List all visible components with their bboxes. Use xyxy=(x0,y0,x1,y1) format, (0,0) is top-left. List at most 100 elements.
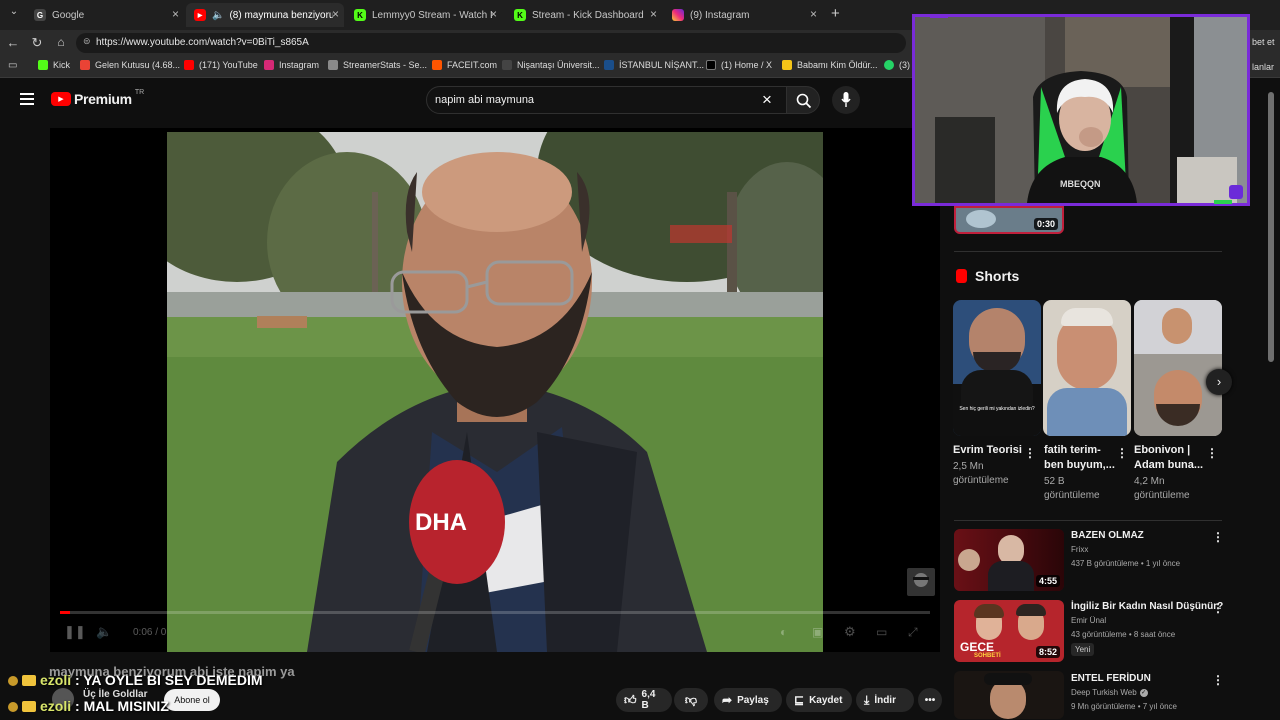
video-player[interactable]: DHA ❚❚ 🔈 0:06 / 0 ◐ ▣ ⚙ ▭ ⤢ xyxy=(50,128,940,652)
short-card[interactable] xyxy=(1043,300,1131,436)
bookmark-youtube[interactable]: (171) YouTube xyxy=(184,60,258,70)
all-bookmarks-cut-label[interactable]: lanlar xyxy=(1252,62,1274,72)
bookmark-istanbul-nisantasi[interactable]: İSTANBUL NİŞANT... xyxy=(604,60,704,70)
fullscreen-icon[interactable]: ⤢ xyxy=(908,625,918,640)
related-video-title[interactable]: BAZEN OLMAZ xyxy=(1071,530,1144,541)
kick-icon xyxy=(38,60,48,70)
channel-watermark-icon[interactable] xyxy=(907,568,935,596)
youtube-premium-logo[interactable]: ▶ Premium TR xyxy=(51,89,144,107)
progress-bar[interactable] xyxy=(60,611,930,614)
bookmark-label: StreamerStats - Se... xyxy=(343,60,428,70)
bookmark-imdb[interactable]: Babamı Kim Öldür... xyxy=(782,60,878,70)
download-button[interactable]: ⤓ İndir xyxy=(856,688,914,712)
thumbnail-text: GECE xyxy=(960,640,995,654)
speaker-icon[interactable]: 🔈 xyxy=(212,10,224,21)
search-input[interactable]: napim abi maymuna × xyxy=(426,86,788,114)
close-tab-icon[interactable]: × xyxy=(172,7,179,21)
sub-badge-icon xyxy=(8,702,18,712)
share-icon: ➦ xyxy=(722,693,733,707)
tab-google[interactable]: G Google × xyxy=(26,3,184,27)
related-video-thumbnail[interactable] xyxy=(954,671,1064,719)
tab-kick-dashboard[interactable]: K Stream - Kick Dashboard × xyxy=(506,3,664,27)
short-more-icon[interactable]: ⋮ xyxy=(1206,446,1218,460)
related-video-title[interactable]: İngiliz Bir Kadın Nasıl Düşünür? xyxy=(1071,601,1223,612)
bookmark-label: (3) xyxy=(899,60,910,70)
save-button[interactable]: ⊑ Kaydet xyxy=(786,688,852,712)
logo-text: Premium xyxy=(74,91,132,107)
short-title[interactable]: Evrim Teorisi xyxy=(953,443,1022,457)
share-button[interactable]: ➦ Paylaş xyxy=(714,688,782,712)
short-title-line2[interactable]: Adam buna... xyxy=(1134,458,1203,472)
site-info-icon[interactable]: ⊜ xyxy=(83,36,91,47)
related-video-channel-row[interactable]: Deep Turkish Web ✓ xyxy=(1071,688,1148,697)
related-video-thumbnail[interactable]: 4:55 xyxy=(954,529,1064,591)
short-views-label: görüntüleme xyxy=(953,475,1009,486)
like-button[interactable]: 👍︎ 6,4 B xyxy=(616,688,672,712)
new-badge: Yeni xyxy=(1071,643,1095,656)
short-title[interactable]: fatih terim- xyxy=(1044,443,1101,457)
settings-gear-icon[interactable]: ⚙ xyxy=(844,624,856,640)
url-field[interactable]: ⊜ https://www.youtube.com/watch?v=0BiTi_… xyxy=(76,33,906,53)
related-video-channel[interactable]: Frixx xyxy=(1071,545,1088,554)
page-scrollbar[interactable] xyxy=(1268,92,1274,362)
related-video-thumbnail[interactable]: GECE SOHBETİ 8:52 xyxy=(954,600,1064,662)
divider xyxy=(954,520,1222,521)
clear-search-icon[interactable]: × xyxy=(762,90,772,110)
tab-youtube-active[interactable]: ▶ 🔈 (8) maymuna benziyorum abi × xyxy=(186,3,344,27)
close-tab-icon[interactable]: × xyxy=(332,7,339,21)
shorts-icon xyxy=(956,269,967,283)
share-label: Paylaş xyxy=(737,694,769,706)
related-video-channel[interactable]: Emir Ünal xyxy=(1071,616,1106,625)
reading-list-icon[interactable]: ▭ xyxy=(8,60,17,71)
bookmark-x[interactable]: (1) Home / X xyxy=(706,60,772,70)
related-video-title[interactable]: ENTEL FERİDUN xyxy=(1071,673,1151,684)
short-title-line2[interactable]: ben buyum,... xyxy=(1044,458,1115,472)
search-button[interactable] xyxy=(786,86,820,114)
video-more-icon[interactable]: ⋮ xyxy=(1212,601,1224,615)
tab-label: Lemmyy0 Stream - Watch Live on xyxy=(372,9,492,21)
video-more-icon[interactable]: ⋮ xyxy=(1212,673,1224,687)
shorts-next-chevron-icon[interactable]: › xyxy=(1206,369,1232,395)
tab-kick-stream[interactable]: K Lemmyy0 Stream - Watch Live on × xyxy=(346,3,504,27)
pause-icon[interactable]: ❚❚ xyxy=(64,624,86,640)
hamburger-menu-icon[interactable] xyxy=(20,93,34,105)
related-video-thumbnail[interactable]: 0:30 xyxy=(954,206,1064,234)
home-icon[interactable]: ⌂ xyxy=(53,35,69,49)
new-tab-icon[interactable]: + xyxy=(831,5,840,22)
theater-mode-icon[interactable]: ▭ xyxy=(876,625,887,639)
short-card[interactable] xyxy=(1134,300,1222,436)
reload-icon[interactable]: ↻ xyxy=(29,35,45,51)
chat-message: ezoli : YA OYLE BI SEY DEMEDIM xyxy=(8,672,263,688)
back-icon[interactable]: ← xyxy=(5,35,21,50)
more-actions-button[interactable]: ••• xyxy=(918,688,942,712)
video-more-icon[interactable]: ⋮ xyxy=(1212,530,1224,544)
dislike-button[interactable]: 👎︎ xyxy=(674,688,708,712)
tab-list-chevron-icon[interactable]: ⌄ xyxy=(6,6,22,17)
autoplay-toggle-icon[interactable]: ◐ xyxy=(780,625,787,639)
tab-instagram[interactable]: (9) Instagram × xyxy=(664,3,824,27)
bookmark-faceit[interactable]: FACEIT.com xyxy=(432,60,497,70)
bookmark-streamerstats[interactable]: StreamerStats - Se... xyxy=(328,60,427,70)
close-tab-icon[interactable]: × xyxy=(650,7,657,21)
bookmark-whatsapp[interactable]: (3) xyxy=(884,60,910,70)
subscribe-button[interactable]: Abone ol xyxy=(164,689,220,711)
overlay-corner-accent xyxy=(930,14,948,18)
bookmark-instagram[interactable]: Instagram xyxy=(264,60,319,70)
close-tab-icon[interactable]: × xyxy=(810,7,817,21)
short-card[interactable]: Sen hiç gerili mi yakından izledin? xyxy=(953,300,1041,436)
voice-search-button[interactable] xyxy=(832,86,860,114)
short-title[interactable]: Ebonivon | xyxy=(1134,443,1190,457)
bookmark-gmail[interactable]: Gelen Kutusu (4.68... xyxy=(80,60,180,70)
bookmark-nisantasi[interactable]: Nişantaşı Üniversit... xyxy=(502,60,600,70)
subtitles-icon[interactable]: ▣ xyxy=(812,625,823,639)
short-more-icon[interactable]: ⋮ xyxy=(1024,446,1036,460)
close-tab-icon[interactable]: × xyxy=(490,7,497,21)
bookmark-kick[interactable]: Kick xyxy=(38,60,70,70)
bookmark-label: Gelen Kutusu (4.68... xyxy=(95,60,181,70)
like-count: 6,4 B xyxy=(641,689,656,711)
volume-icon[interactable]: 🔈 xyxy=(96,624,112,640)
gmail-icon xyxy=(80,60,90,70)
short-more-icon[interactable]: ⋮ xyxy=(1116,446,1128,460)
video-frame: DHA xyxy=(167,132,823,652)
mic-logo-text: DHA xyxy=(415,509,467,536)
